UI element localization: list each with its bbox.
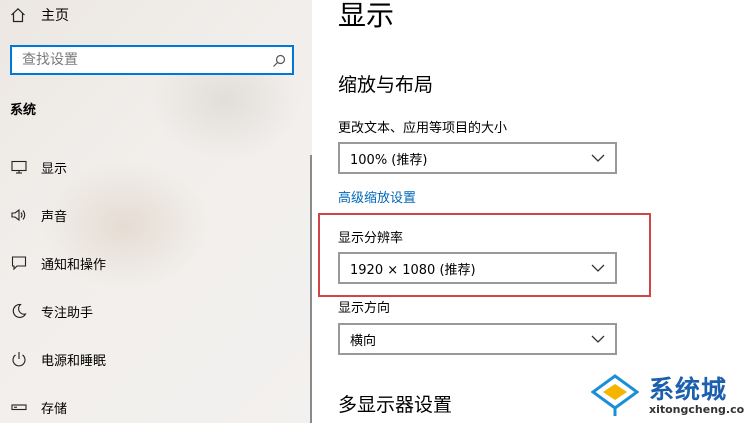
sidebar-item-power-sleep[interactable]: 电源和睡眠	[0, 335, 310, 383]
advanced-scaling-link[interactable]: 高级缩放设置	[338, 187, 416, 206]
main-content: 显示 缩放与布局 更改文本、应用等项目的大小 100% (推荐) 高级缩放设置 …	[338, 0, 745, 423]
orientation-value: 横向	[350, 333, 377, 349]
scale-value: 100% (推荐)	[350, 152, 428, 168]
orientation-label: 显示方向	[338, 301, 391, 316]
search-input[interactable]	[12, 47, 272, 73]
annotation-highlight-box	[318, 213, 651, 297]
sidebar-item-sound[interactable]: 声音	[0, 191, 310, 239]
scale-layout-heading: 缩放与布局	[338, 74, 434, 96]
home-icon	[10, 7, 26, 23]
nav-list: 显示 声音 通知和操作 专注助手 电源和睡眠 存储	[0, 143, 310, 423]
sidebar-item-label: 电源和睡眠	[41, 353, 107, 369]
sidebar-item-label: 声音	[41, 209, 68, 225]
chevron-down-icon	[591, 154, 605, 162]
section-title: 系统	[10, 103, 37, 118]
monitor-icon	[10, 158, 28, 176]
power-icon	[10, 350, 28, 368]
sidebar-item-display[interactable]: 显示	[0, 143, 310, 191]
sidebar-scrollbar[interactable]	[310, 155, 312, 423]
sidebar-item-label: 存储	[41, 401, 68, 417]
sidebar-item-label: 通知和操作	[41, 257, 107, 273]
storage-icon	[10, 398, 28, 416]
home-link[interactable]: 主页	[10, 5, 69, 25]
watermark: 系统城 xitongcheng.com	[583, 370, 745, 423]
sidebar: 主页 系统 显示 声音 通知和操作	[0, 0, 312, 423]
orientation-dropdown[interactable]: 横向	[338, 323, 617, 355]
search-icon[interactable]	[272, 53, 286, 67]
sidebar-item-notifications[interactable]: 通知和操作	[0, 239, 310, 287]
chevron-down-icon	[591, 335, 605, 343]
scale-dropdown[interactable]: 100% (推荐)	[338, 142, 617, 174]
watermark-url: xitongcheng.com	[649, 403, 745, 416]
scale-label: 更改文本、应用等项目的大小	[338, 121, 508, 136]
page-title: 显示	[338, 0, 395, 32]
sidebar-item-label: 显示	[41, 161, 68, 177]
watermark-logo-icon	[591, 374, 639, 416]
notification-icon	[10, 254, 28, 272]
home-label: 主页	[41, 8, 69, 24]
sidebar-item-focus-assist[interactable]: 专注助手	[0, 287, 310, 335]
moon-icon	[10, 302, 28, 320]
speaker-icon	[10, 206, 28, 224]
watermark-name: 系统城	[649, 375, 728, 404]
sidebar-item-storage[interactable]: 存储	[0, 383, 310, 423]
multi-display-heading: 多显示器设置	[338, 394, 453, 416]
search-box[interactable]	[10, 45, 294, 75]
sidebar-item-label: 专注助手	[41, 305, 94, 321]
